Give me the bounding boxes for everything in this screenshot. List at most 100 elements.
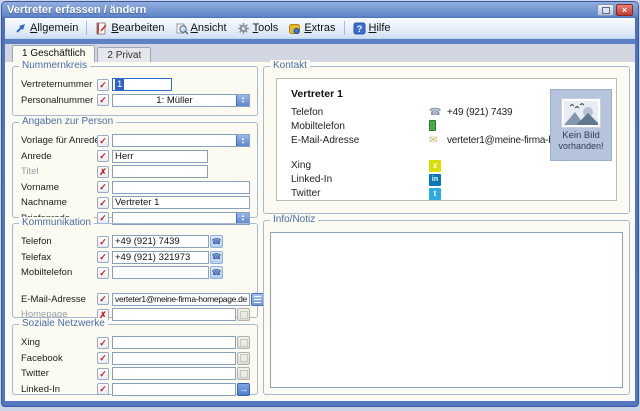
contact-row: Linked-In in	[291, 173, 536, 186]
menu-bar: Allgemein Bearbeiten Ansicht Tools Extra…	[5, 18, 635, 39]
link-icon	[240, 354, 248, 362]
validate-cross-icon[interactable]: ✗	[97, 166, 109, 178]
group-kontakt: Kontakt Vertreter 1 Telefon ☎ +49 (921) …	[263, 66, 630, 214]
mobile-phone-icon	[429, 120, 447, 134]
mobiltelefon-input[interactable]	[112, 266, 209, 279]
group-title: Nummernkreis	[19, 60, 90, 71]
help-icon: ?	[353, 22, 366, 35]
restore-button[interactable]	[597, 4, 614, 16]
form-row: Facebook ✓	[21, 352, 250, 365]
twitter-input[interactable]	[112, 367, 236, 380]
validate-check-icon[interactable]: ✓	[97, 368, 109, 380]
combo-spinner-button[interactable]: ▲▼	[236, 95, 249, 106]
validate-check-icon[interactable]: ✓	[97, 79, 109, 91]
vertreternummer-input[interactable]: 1	[112, 78, 172, 91]
open-xing-button	[237, 336, 250, 349]
facebook-input[interactable]	[112, 352, 236, 365]
validate-check-icon[interactable]: ✓	[97, 352, 109, 364]
selected-text: 1	[115, 79, 124, 90]
picture-icon	[561, 98, 601, 128]
email-label: E-Mail-Adresse	[21, 294, 97, 305]
app-window: Vertreter erfassen / ändern × Allgemein …	[1, 1, 639, 407]
titel-label: Titel	[21, 166, 97, 177]
nachname-input[interactable]: Vertreter 1	[112, 196, 250, 209]
group-title: Soziale Netzwerke	[19, 318, 108, 329]
group-info-notiz: Info/Notiz	[263, 220, 630, 395]
menu-label: earbeiten	[119, 22, 165, 34]
group-title: Kontakt	[270, 60, 310, 71]
personalnummer-label: Personalnummer	[21, 95, 97, 106]
group-soziale-netzwerke: Soziale Netzwerke Xing ✓ Facebook ✓	[12, 324, 258, 395]
menu-tools[interactable]: Tools	[232, 20, 284, 37]
form-row: Vorname ✓	[21, 181, 250, 194]
telefon-input[interactable]: +49 (921) 7439	[112, 235, 209, 248]
validate-check-icon[interactable]: ✓	[97, 251, 109, 263]
arrow-down-icon: ▼	[241, 218, 245, 222]
linkedin-input[interactable]	[112, 383, 236, 396]
open-homepage-button	[237, 308, 250, 321]
window-client-area: Allgemein Bearbeiten Ansicht Tools Extra…	[5, 18, 635, 401]
xing-input[interactable]	[112, 336, 236, 349]
validate-check-icon[interactable]: ✓	[97, 293, 109, 305]
form-row: Xing ✓	[21, 336, 250, 349]
form-row: Nachname ✓ Vertreter 1	[21, 196, 250, 209]
tab-privat[interactable]: 2 Privat	[97, 47, 151, 62]
close-button[interactable]: ×	[616, 4, 633, 16]
contact-linkedin-label: Linked-In	[291, 174, 429, 185]
facebook-label: Facebook	[21, 353, 97, 364]
form-content: Nummernkreis Vertreternummer ✓ 1 Persona…	[5, 62, 635, 399]
link-icon	[240, 370, 248, 378]
menu-extras[interactable]: Extras	[283, 20, 340, 37]
vorname-label: Vorname	[21, 182, 97, 193]
telefax-input[interactable]: +49 (921) 321973	[112, 251, 209, 264]
anrede-input[interactable]: Herr	[112, 150, 208, 163]
linkedin-icon[interactable]: in	[429, 173, 447, 186]
dial-phone-button[interactable]: ☎	[210, 266, 223, 279]
email-input[interactable]: verteter1@meine-firma-homepage.de	[112, 293, 250, 306]
homepage-input[interactable]	[112, 308, 236, 321]
personalnummer-select[interactable]: 1: Müller ▲▼	[112, 94, 250, 107]
xing-icon[interactable]: x	[429, 160, 447, 172]
validate-check-icon[interactable]: ✓	[97, 383, 109, 395]
form-row: Vorlage für Anrede ✓ ▲▼	[21, 134, 250, 147]
contact-telefon-value: +49 (921) 7439	[447, 107, 512, 118]
selected-value: 1: Müller	[113, 95, 236, 106]
validate-check-icon[interactable]: ✓	[97, 94, 109, 106]
combo-spinner-button[interactable]: ▲▼	[236, 135, 249, 146]
vorlage-anrede-select[interactable]: ▲▼	[112, 134, 250, 147]
dial-phone-button[interactable]: ☎	[210, 251, 223, 264]
menu-hilfe[interactable]: ? Hilfe	[348, 20, 396, 37]
twitter-label: Twitter	[21, 368, 97, 379]
validate-check-icon[interactable]: ✓	[97, 197, 109, 209]
arrow-down-icon: ▼	[241, 141, 245, 145]
contact-mobil-label: Mobiltelefon	[291, 121, 429, 132]
validate-check-icon[interactable]: ✓	[97, 150, 109, 162]
twitter-icon[interactable]: t	[429, 188, 447, 200]
dial-phone-button[interactable]: ☎	[210, 235, 223, 248]
validate-check-icon[interactable]: ✓	[97, 135, 109, 147]
contact-preview-card: Vertreter 1 Telefon ☎ +49 (921) 7439 Mob…	[276, 78, 617, 201]
menu-ansicht[interactable]: Ansicht	[170, 20, 232, 37]
validate-check-icon[interactable]: ✓	[97, 267, 109, 279]
contact-row: Xing x	[291, 159, 536, 172]
contact-twitter-label: Twitter	[291, 188, 429, 199]
validate-check-icon[interactable]: ✓	[97, 181, 109, 193]
group-kommunikation: Kommunikation Telefon ✓ +49 (921) 7439 ☎…	[12, 223, 258, 318]
menu-allgemein[interactable]: Allgemein	[9, 20, 83, 37]
mail-icon	[254, 296, 261, 303]
titlebar: Vertreter erfassen / ändern ×	[2, 2, 638, 18]
form-row: Twitter ✓	[21, 367, 250, 380]
vorname-input[interactable]	[112, 181, 250, 194]
menu-bearbeiten[interactable]: Bearbeiten	[90, 20, 169, 37]
titel-input[interactable]	[112, 165, 208, 178]
validate-check-icon[interactable]: ✓	[97, 337, 109, 349]
form-row: Personalnummer ✓ 1: Müller ▲▼	[21, 94, 250, 107]
no-image-placeholder[interactable]: Kein Bildvorhanden!	[550, 89, 612, 161]
open-linkedin-button[interactable]: →	[237, 383, 250, 396]
contact-xing-label: Xing	[291, 160, 429, 171]
mobiltelefon-label: Mobiltelefon	[21, 267, 97, 278]
info-notiz-textarea[interactable]	[270, 232, 623, 388]
anrede-label: Anrede	[21, 151, 97, 162]
vorlage-anrede-label: Vorlage für Anrede	[21, 135, 97, 146]
validate-check-icon[interactable]: ✓	[97, 236, 109, 248]
